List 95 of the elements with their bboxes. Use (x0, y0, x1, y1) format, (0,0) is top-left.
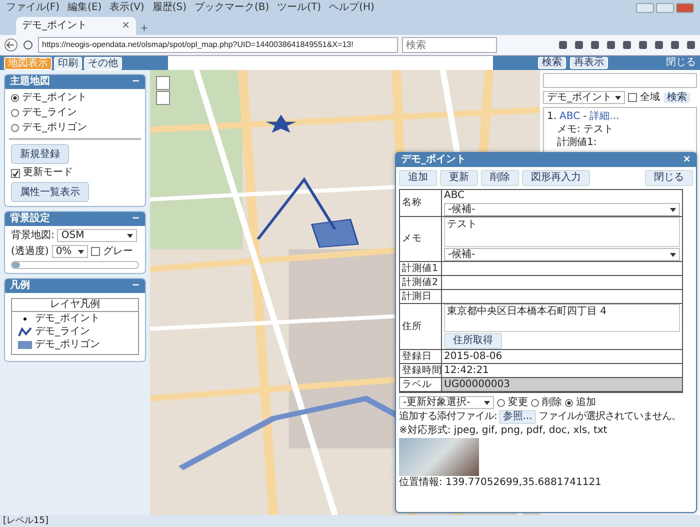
panel-title: 主題地図 (10, 76, 50, 88)
panel-title: 背景設定 (10, 213, 50, 225)
field-value[interactable]: ABC (444, 190, 680, 202)
checkbox[interactable] (11, 168, 20, 178)
menu-item[interactable]: 履歴(S) (152, 2, 186, 14)
opacity-select[interactable]: 0% (52, 245, 88, 258)
status-bar: [レベル15] (0, 515, 700, 527)
field-label: (透過度) (11, 246, 49, 258)
app-tab[interactable]: 印刷 (54, 56, 82, 70)
dialog-close[interactable]: × (682, 154, 691, 166)
search-button[interactable]: 検索 (663, 92, 691, 104)
radio-label: デモ_ポリゴン (22, 122, 87, 134)
search-panel-button[interactable]: 検索 (538, 57, 566, 69)
menu-item[interactable]: ブックマーク(B) (194, 2, 270, 14)
position-info: 位置情報: 139.77052699,35.6881741121 (399, 477, 602, 489)
new-tab[interactable]: + (140, 23, 148, 35)
address-field[interactable]: 東京都中央区日本橋本石町四丁目 4 (444, 304, 680, 332)
polygon-icon (18, 340, 32, 350)
slider-fill[interactable] (12, 262, 20, 268)
candidate-select[interactable]: -候補- (444, 248, 680, 261)
legend-title: レイヤ凡例 (12, 299, 138, 312)
dialog-button[interactable]: 図形再入力 (522, 170, 590, 186)
caret-icon (484, 400, 490, 404)
menu-item[interactable]: 編集(E) (68, 2, 102, 14)
search-field[interactable]: 検索 (402, 37, 497, 53)
menu-item[interactable]: ファイル(F) (6, 2, 60, 14)
browser-tab[interactable]: デモ_ポイント × (16, 17, 136, 35)
checkbox[interactable] (628, 93, 637, 102)
dialog-title: デモ_ポイント (401, 154, 466, 166)
radio-label: 追加 (576, 396, 596, 408)
dialog-button[interactable]: 更新 (440, 170, 478, 186)
opacity-slider[interactable] (11, 261, 139, 269)
map-select[interactable]: OSM (57, 229, 138, 242)
candidate-select[interactable]: -候補- (444, 203, 680, 216)
caret-icon (670, 208, 676, 212)
radio-label: デモ_ポイント (22, 92, 87, 104)
radio-label: 変更 (508, 396, 528, 408)
search-panel-button[interactable]: 再表示 (570, 57, 608, 69)
menu-item[interactable]: ヘルプ(H) (329, 2, 374, 14)
memo-field[interactable]: テスト (444, 217, 680, 247)
caret-icon (78, 250, 84, 254)
checkbox[interactable] (90, 247, 100, 256)
tab-close[interactable]: × (122, 20, 130, 32)
checkbox-label: グレー (102, 246, 133, 258)
tick-icon (12, 170, 19, 176)
radio-button[interactable] (565, 398, 573, 406)
close-link[interactable]: 閉じる (666, 57, 696, 69)
legend-label: デモ_ポイント (35, 313, 100, 325)
caret-icon (127, 234, 134, 238)
get-address-button[interactable]: 住所取得 (444, 333, 502, 349)
close-icon[interactable] (676, 2, 694, 12)
legend-label: デモ_ポリゴン (35, 339, 100, 351)
separator: - (583, 111, 587, 123)
radio-button[interactable] (11, 94, 19, 102)
keyword-field[interactable] (543, 73, 697, 88)
layer-select[interactable]: デモ_ポイント (543, 91, 625, 104)
radio-label: 削除 (542, 396, 562, 408)
checkbox-label: 更新モード (23, 167, 73, 179)
result-number: 1. (547, 111, 557, 123)
file-status: ファイルが選択されていません。 (538, 411, 681, 423)
radio-button[interactable] (11, 109, 19, 117)
app-tab[interactable]: その他 (84, 56, 122, 70)
reload-icon[interactable] (22, 39, 34, 51)
radio-label: デモ_ライン (22, 107, 77, 119)
caret-icon (615, 96, 621, 100)
radio-button[interactable] (497, 398, 505, 406)
browse-button[interactable]: 参照... (498, 410, 536, 424)
legend-label: デモ_ライン (35, 326, 90, 338)
caret-icon (670, 252, 676, 256)
close-button[interactable]: 閉じる (645, 170, 693, 186)
field-label: 背景地図: (11, 230, 54, 242)
dialog-button[interactable]: 削除 (481, 170, 519, 186)
register-button[interactable]: 新規登録 (11, 144, 69, 164)
radio-button[interactable] (11, 124, 19, 132)
address-bar[interactable]: https://neogis-opendata.net/olsmap/spot/opl_map.php?UID=1440038641849551&X=13! (38, 37, 398, 53)
collapse-button[interactable]: − (132, 213, 140, 225)
menu-item[interactable]: ツール(T) (277, 2, 322, 14)
panel-title: 凡例 (10, 280, 30, 292)
result-text: 計測値1: (556, 137, 598, 149)
label-field: UG00000003 (442, 378, 682, 391)
file-label: 追加する添付ファイル: (399, 411, 497, 423)
back-icon[interactable] (4, 38, 18, 52)
attribute-list-button[interactable]: 属性一覧表示 (11, 182, 89, 202)
menu-item[interactable]: 表示(V) (110, 2, 144, 14)
format-note: ※対応形式: jpeg, gif, png, pdf, doc, xls, txt (399, 425, 608, 437)
detail-link[interactable]: 詳細... (590, 111, 620, 123)
checkbox-label: 全域 (640, 92, 660, 104)
target-select[interactable]: -更新対象選択- (399, 396, 494, 409)
result-text: メモ: テスト (556, 124, 615, 136)
dialog-button[interactable]: 追加 (399, 170, 437, 186)
collapse-button[interactable]: − (132, 280, 140, 292)
line-icon (18, 327, 32, 337)
radio-button[interactable] (531, 398, 539, 406)
result-link[interactable]: ABC (560, 111, 580, 123)
collapse-button[interactable]: − (132, 76, 140, 88)
